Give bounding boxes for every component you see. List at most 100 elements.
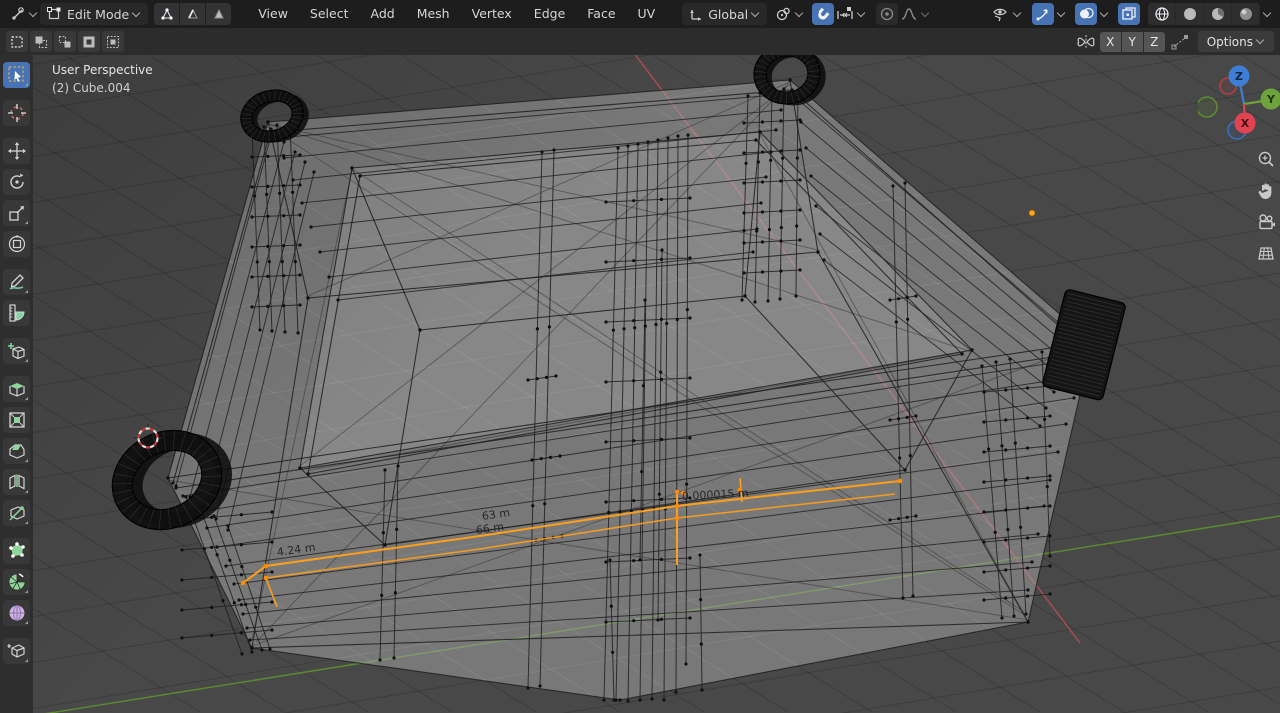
rendered-shading-button[interactable] <box>1232 3 1259 25</box>
menu-face[interactable]: Face <box>576 0 626 28</box>
loop-cut-tool[interactable] <box>3 469 30 495</box>
edit-mode-icon <box>47 7 61 21</box>
pivot-point-dropdown[interactable] <box>773 3 806 25</box>
spin-tool[interactable] <box>3 569 30 595</box>
mode-selector[interactable]: Edit Mode <box>40 3 148 25</box>
move-tool[interactable] <box>3 138 30 164</box>
menu-view[interactable]: View <box>247 0 299 28</box>
select-subtract-button[interactable] <box>54 31 76 52</box>
select-invert-icon <box>82 35 96 49</box>
add-cube-tool[interactable] <box>3 338 30 364</box>
select-set-icon <box>10 35 24 49</box>
menu-mesh[interactable]: Mesh <box>406 0 461 28</box>
extrude-region-icon <box>7 379 27 399</box>
navigation-gizmo[interactable]: Z Y X <box>1198 58 1280 146</box>
menu-edge[interactable]: Edge <box>523 0 576 28</box>
snap-toggle-button[interactable] <box>812 3 834 25</box>
rendered-shading-icon <box>1238 6 1254 22</box>
scale-icon <box>7 203 27 223</box>
chevron-down-icon <box>1013 8 1021 16</box>
inset-faces-icon <box>7 410 27 430</box>
chevron-down-icon <box>751 8 759 16</box>
select-subtract-icon <box>58 35 72 49</box>
menu-bar: View Select Add Mesh Vertex Edge Face UV <box>247 0 666 28</box>
camera-view-icon <box>1256 212 1276 232</box>
select-set-button[interactable] <box>6 31 28 52</box>
select-extend-button[interactable] <box>30 31 52 52</box>
menu-add[interactable]: Add <box>359 0 405 28</box>
bevel-tool[interactable] <box>3 438 30 464</box>
snap-base-icon[interactable] <box>1170 33 1190 51</box>
menu-vertex[interactable]: Vertex <box>461 0 523 28</box>
extrude-region-tool[interactable] <box>3 376 30 402</box>
select-intersect-icon <box>106 35 120 49</box>
rotate-tool[interactable] <box>3 169 30 195</box>
edge-slide-tool[interactable] <box>3 638 30 664</box>
gizmo-icon <box>1035 6 1051 22</box>
select-intersect-button[interactable] <box>102 31 124 52</box>
mirror-butterfly-icon[interactable] <box>1076 33 1096 51</box>
smooth-tool[interactable] <box>3 600 30 626</box>
camera-view-button[interactable] <box>1252 208 1280 236</box>
proportional-edit-toggle[interactable] <box>876 3 898 25</box>
measure-tool[interactable] <box>3 300 30 326</box>
chevron-down-icon <box>795 8 803 16</box>
overlays-icon <box>1078 6 1094 22</box>
select-mode-group <box>6 31 126 52</box>
select-box-tool[interactable] <box>3 62 30 88</box>
wireframe-shading-button[interactable] <box>1148 3 1175 25</box>
cursor-3d-icon <box>7 103 27 123</box>
solid-shading-button[interactable] <box>1176 3 1203 25</box>
menu-uv[interactable]: UV <box>627 0 667 28</box>
transform-tool[interactable] <box>3 231 30 257</box>
material-shading-icon <box>1210 6 1226 22</box>
options-dropdown[interactable]: Options <box>1198 31 1274 52</box>
snap-target-dropdown[interactable] <box>834 3 868 25</box>
knife-tool[interactable] <box>3 500 30 526</box>
face-select-mode-button[interactable] <box>206 3 231 25</box>
gizmo-axis-neg-y[interactable] <box>1198 97 1217 117</box>
inset-faces-tool[interactable] <box>3 407 30 433</box>
tool-settings-bar: X Y Z Options <box>0 28 1280 55</box>
scale-tool[interactable] <box>3 200 30 226</box>
viewport-canvas[interactable] <box>0 0 1280 713</box>
select-invert-button[interactable] <box>78 31 100 52</box>
gizmos-toggle[interactable] <box>1032 3 1054 25</box>
editor-type-button[interactable] <box>8 3 40 25</box>
annotate-tool[interactable] <box>3 269 30 295</box>
edge-slide-icon <box>7 641 27 661</box>
edge-select-icon <box>186 7 200 21</box>
xray-toggle[interactable] <box>1118 3 1140 25</box>
edge-select-mode-button[interactable] <box>180 3 205 25</box>
mesh-select-mode-group <box>154 3 231 25</box>
visibility-dropdown[interactable] <box>989 3 1024 25</box>
orthographic-toggle-button[interactable] <box>1252 239 1280 267</box>
material-shading-button[interactable] <box>1204 3 1231 25</box>
zoom-button[interactable] <box>1252 146 1280 174</box>
svg-text:Y: Y <box>1266 93 1276 106</box>
viewport-header: Edit Mode View Select Add Mesh Vertex Ed… <box>0 0 1280 28</box>
poly-build-tool[interactable] <box>3 538 30 564</box>
cursor-tool[interactable] <box>3 100 30 126</box>
pan-button[interactable] <box>1252 177 1280 205</box>
smooth-icon <box>7 603 27 623</box>
overlays-toggle[interactable] <box>1075 3 1097 25</box>
vertex-select-mode-button[interactable] <box>154 3 179 25</box>
orientation-label: Global <box>708 7 748 22</box>
face-select-icon <box>212 7 226 21</box>
falloff-dropdown[interactable] <box>898 3 932 25</box>
poly-build-icon <box>7 541 27 561</box>
snap-magnet-icon <box>815 6 831 22</box>
menu-select[interactable]: Select <box>299 0 360 28</box>
mirror-z-button[interactable]: Z <box>1144 32 1165 52</box>
svg-text:Z: Z <box>1235 70 1243 83</box>
mirror-y-button[interactable]: Y <box>1122 32 1143 52</box>
pivot-point-icon <box>775 6 792 23</box>
mirror-x-button[interactable]: X <box>1100 32 1121 52</box>
zoom-icon <box>1256 150 1276 170</box>
shading-mode-group <box>1148 3 1260 25</box>
select-extend-icon <box>34 35 48 49</box>
transform-orientation-dropdown[interactable]: Global <box>682 3 767 25</box>
chevron-down-icon <box>921 8 929 16</box>
chevron-down-icon <box>1100 8 1108 16</box>
